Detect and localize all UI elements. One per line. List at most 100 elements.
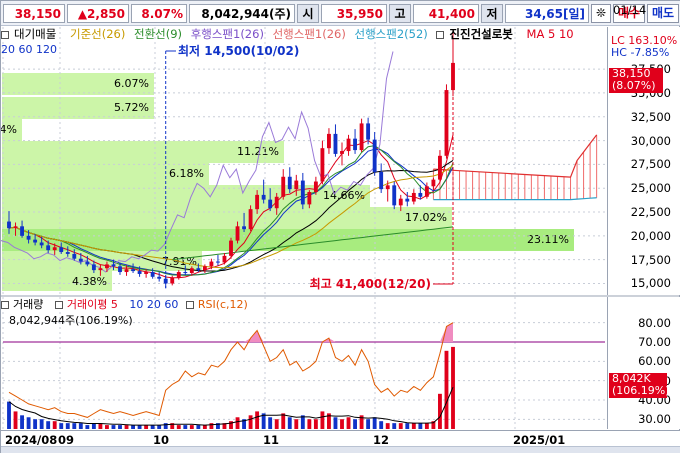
legend-base-line[interactable]: 기준선(26)	[70, 27, 125, 41]
candle-body	[39, 242, 44, 246]
date-end-label: 01/14	[613, 3, 647, 17]
legend-supply[interactable]: 대기매물	[1, 27, 61, 41]
volume-ma-periods[interactable]: 10 20 60	[129, 298, 178, 311]
chart-scrollbar[interactable]	[1, 446, 680, 453]
candle-body	[196, 268, 201, 271]
price-tick: 15,000	[630, 276, 671, 291]
volume-bar	[137, 425, 142, 429]
candle-body	[340, 151, 344, 154]
candle-body	[418, 192, 423, 197]
volume-bar	[346, 417, 351, 429]
volume-bar	[144, 425, 149, 429]
volume-bar	[313, 419, 318, 429]
candle-body	[59, 247, 64, 253]
volume-ma-line	[8, 387, 454, 426]
candle-body	[33, 239, 38, 243]
volume-bar	[333, 417, 338, 429]
leading-span1-line	[433, 134, 598, 178]
high-marker-label: 최고 41,400(12/20)	[310, 276, 431, 291]
legend-leading-span2[interactable]: 선행스팬2(52)	[355, 27, 428, 41]
volume-bar	[39, 419, 44, 429]
candle-body	[438, 155, 442, 180]
date-label: 10	[153, 433, 170, 447]
date-label: 09	[58, 433, 75, 447]
legend-ma-periods[interactable]: 20 60 120	[1, 43, 57, 56]
volume-tag-pct: (106.19%)	[612, 384, 670, 397]
candle-body	[157, 276, 162, 279]
volume-legend: 거래량 거래이평 5 10 20 60 RSI(c,12)	[1, 298, 256, 311]
volume-bar	[307, 419, 312, 429]
volume-bar	[294, 419, 299, 429]
date-label: 11	[263, 433, 280, 447]
candle-body	[26, 235, 31, 240]
price-tick: 27,500	[630, 157, 671, 172]
legend-ma[interactable]: MA 5 10	[527, 27, 574, 41]
candle-body	[405, 198, 410, 202]
volume-bar	[65, 423, 70, 429]
candle-body	[85, 261, 90, 265]
volume-title[interactable]: 거래량	[1, 298, 47, 311]
candle-body	[366, 123, 371, 140]
candle-body	[91, 264, 96, 271]
supply-zone-label: 6.07%	[114, 77, 149, 90]
candle-body	[372, 139, 377, 173]
price-tick: 20,000	[630, 228, 671, 243]
supply-zone-label: 11.21%	[237, 145, 279, 158]
candle-body	[300, 180, 305, 205]
candle-body	[281, 176, 286, 197]
volume-bar	[320, 411, 325, 429]
candle-body	[105, 264, 109, 269]
lc-hc-box: LC 163.10% HC -7.85%	[611, 35, 677, 59]
legend-robot[interactable]: 진진건설로봇	[436, 27, 517, 41]
candle-body	[353, 138, 357, 151]
candle-body	[424, 186, 429, 197]
volume-bar	[392, 423, 397, 429]
volume-bar	[131, 425, 135, 429]
volume-bar	[105, 425, 109, 429]
candle-body	[137, 271, 142, 274]
indicator-legend: 대기매물 기준선(26) 전환선(9) 후행스팬1(26) 선행스팬1(26) …	[1, 27, 574, 42]
volume-bar	[274, 419, 279, 429]
volume-bar	[340, 419, 344, 429]
candle-body	[313, 181, 318, 193]
volume-bar	[183, 425, 188, 429]
volume-bar	[385, 423, 390, 429]
candle-body	[274, 196, 279, 209]
candle-body	[176, 272, 181, 278]
volume-bar	[46, 421, 51, 429]
rsi-label[interactable]: RSI(c,12)	[185, 298, 252, 311]
volume-bar	[163, 423, 168, 429]
ma-periods-legend: 20 60 120	[1, 43, 63, 57]
candle-body	[20, 226, 24, 236]
volume-bar	[59, 423, 64, 429]
supply-zone-label: 17.02%	[405, 211, 447, 224]
volume-bar	[157, 425, 162, 429]
supply-zone-label: 23.11%	[527, 233, 569, 246]
stock-chart-window: 38,150 ▲2,850 8.07% 8,042,944(주) 시 35,95…	[0, 0, 680, 453]
volume-ma-label[interactable]: 거래이평 5	[54, 298, 122, 311]
volume-tick: 70.00	[638, 335, 671, 349]
volume-bar	[268, 417, 273, 429]
candle-body	[444, 90, 449, 156]
candle-body	[379, 172, 384, 190]
volume-bar	[366, 419, 371, 429]
volume-bar	[52, 421, 57, 429]
price-chart[interactable]: 6.07%5.72%0.94%11.21%6.18%14.66%17.02%23…	[1, 1, 680, 453]
candle-body	[229, 240, 233, 256]
volume-axis: 80.0070.0060.0050.0040.0030.00	[607, 297, 680, 429]
supply-zone-label: 5.72%	[114, 101, 149, 114]
volume-bar	[85, 425, 90, 429]
candle-body	[248, 209, 253, 230]
rsi-line	[8, 322, 454, 418]
legend-leading-span1[interactable]: 선행스팬1(26)	[273, 27, 346, 41]
legend-lagging-span[interactable]: 후행스팬1(26)	[191, 27, 264, 41]
candle-body	[307, 192, 312, 205]
price-tick: 17,500	[630, 252, 671, 267]
candle-body	[385, 185, 390, 190]
candle-body	[202, 266, 207, 271]
volume-bar	[196, 425, 201, 429]
date-label: 2024/08	[5, 433, 58, 447]
legend-conversion-line[interactable]: 전환선(9)	[134, 27, 182, 41]
candle-body	[52, 247, 57, 251]
candle-body	[131, 269, 135, 272]
